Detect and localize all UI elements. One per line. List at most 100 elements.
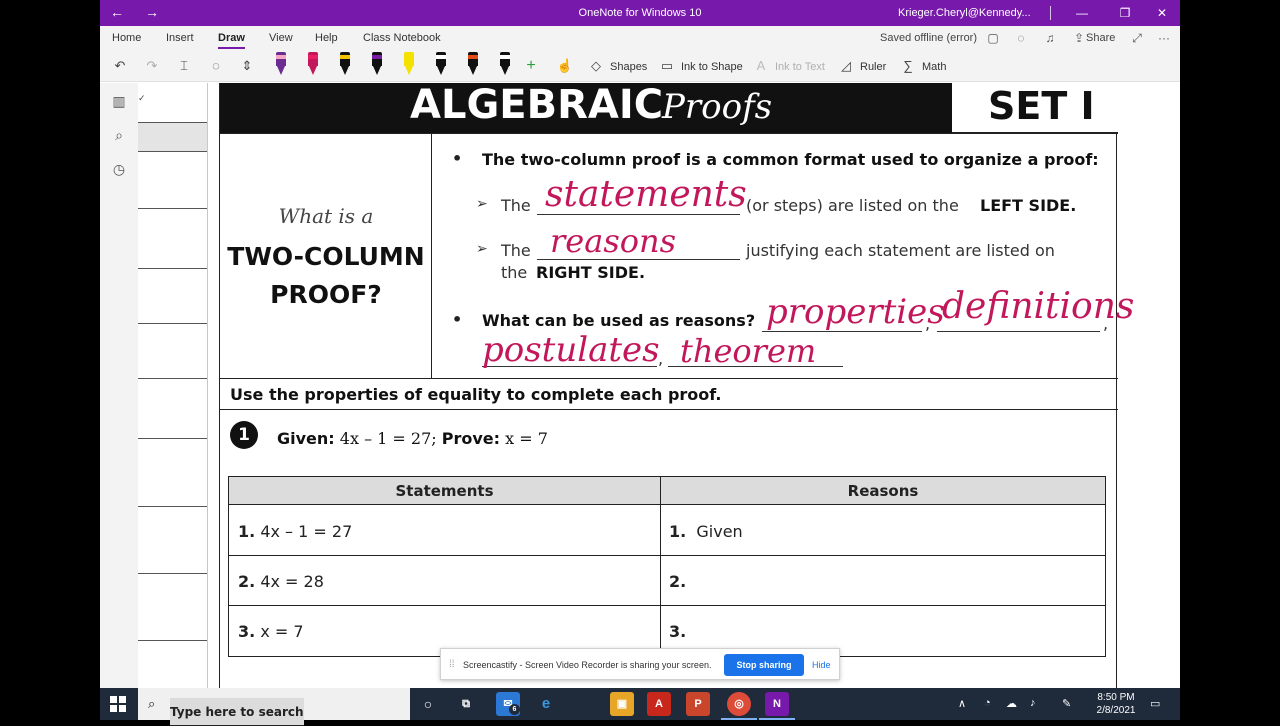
page-item[interactable] [138, 208, 207, 209]
statement-text: 4x = 28 [260, 572, 324, 591]
pen-5-icon[interactable] [402, 52, 416, 78]
tab-view[interactable]: View [269, 32, 293, 44]
ribbon-tabs: Home Insert Draw View Help Class Noteboo… [100, 26, 1180, 50]
lasso-select-icon[interactable]: ◌ [206, 56, 226, 76]
ruler-button[interactable]: Ruler [860, 61, 886, 73]
pen-6-icon[interactable] [434, 52, 448, 78]
user-account[interactable]: Krieger.Cheryl@Kennedy... [898, 7, 1031, 19]
onedrive-icon[interactable]: ☁ [1006, 697, 1017, 710]
bullet-2-text: What can be used as reasons? [482, 311, 756, 330]
what-is-a-text: What is a [278, 204, 374, 228]
page-item-selected[interactable] [138, 122, 207, 152]
notebooks-icon[interactable]: ▥ [109, 91, 129, 111]
tab-class-notebook[interactable]: Class Notebook [363, 32, 441, 44]
more-icon[interactable]: ··· [1155, 29, 1173, 47]
page-list: ✓ [138, 83, 208, 688]
bell-icon[interactable]: ♫ [1041, 29, 1059, 47]
page-item[interactable] [138, 506, 207, 507]
given-prove-line: Given: 4x – 1 = 27; Prove: x = 7 [277, 429, 548, 448]
notebook-icon[interactable]: ▢ [984, 29, 1002, 47]
pen-4-icon[interactable] [370, 52, 384, 78]
page-item[interactable] [138, 438, 207, 439]
ink-to-text-button[interactable]: Ink to Text [775, 61, 825, 73]
statement-text: x = 7 [260, 622, 304, 641]
page-item[interactable] [138, 378, 207, 379]
pen-icon[interactable]: ✎ [1062, 697, 1071, 710]
lightbulb-icon[interactable]: ◌ [1012, 29, 1030, 47]
tray-chevron-icon[interactable]: ∧ [958, 697, 966, 710]
powerpoint-icon[interactable]: P [686, 692, 710, 716]
tab-draw[interactable]: Draw [218, 32, 245, 49]
volume-icon[interactable]: ♪ [1030, 697, 1036, 709]
share-button[interactable]: Share [1086, 32, 1115, 44]
ink-to-text-icon[interactable]: A [751, 56, 771, 76]
left-nav: ▥ ⌕ ◷ [100, 83, 138, 688]
math-button[interactable]: Math [922, 61, 946, 73]
pen-8-icon[interactable] [498, 52, 512, 78]
drag-handle-icon[interactable]: ⁞⁞ [449, 659, 455, 670]
page-item[interactable] [138, 573, 207, 574]
task-view-icon[interactable]: ⧉ [454, 692, 478, 716]
recent-icon[interactable]: ◷ [109, 159, 129, 179]
tab-home[interactable]: Home [112, 32, 141, 44]
add-pen-icon[interactable]: + [521, 56, 541, 76]
clock[interactable]: 8:50 PM 2/8/2021 [1086, 691, 1146, 717]
blank-reason-2 [937, 331, 1100, 332]
ink-reasons: reasons [550, 222, 677, 260]
onenote-icon[interactable]: N [759, 692, 795, 720]
reasons-header: Reasons [661, 477, 1105, 505]
close-button[interactable]: ✕ [1150, 3, 1174, 23]
page-item[interactable] [138, 640, 207, 641]
cortana-icon[interactable]: ○ [416, 692, 440, 716]
page-canvas[interactable]: ALGEBRAIC Proofs SET I What is a TWO-COL… [208, 83, 1180, 688]
table-row-2-statement: 2. 4x = 28 [238, 572, 324, 591]
worksheet: ALGEBRAIC Proofs SET I What is a TWO-COL… [219, 82, 1134, 688]
store-icon[interactable]: ▣ [610, 692, 634, 716]
table-row-3-statement: 3. x = 7 [238, 622, 304, 641]
pen-7-icon[interactable] [466, 52, 480, 78]
pen-2-icon[interactable] [299, 50, 327, 82]
stop-sharing-button[interactable]: Stop sharing [724, 654, 804, 676]
tab-help[interactable]: Help [315, 32, 338, 44]
arrow-icon: ➢ [476, 241, 488, 257]
worksheet-title: ALGEBRAIC [410, 82, 664, 128]
line-1-post: (or steps) are listed on the [746, 196, 959, 215]
page-item[interactable] [138, 323, 207, 324]
type-select-icon[interactable]: ⌶ [174, 56, 194, 76]
restore-button[interactable]: ❐ [1113, 3, 1137, 23]
acrobat-icon[interactable]: A [647, 692, 671, 716]
ink-to-shape-button[interactable]: Ink to Shape [681, 61, 743, 73]
hide-button[interactable]: Hide [812, 660, 831, 670]
touch-draw-icon[interactable]: ☝ [555, 56, 575, 76]
pen-1-icon[interactable] [274, 52, 288, 78]
proof-table: Statements Reasons 1. 4x – 1 = 27 1. Giv… [228, 476, 1106, 657]
network-icon[interactable]: ◔ [984, 697, 991, 709]
ink-to-shape-icon[interactable]: ▭ [657, 56, 677, 76]
math-icon[interactable]: ∑ [898, 56, 918, 76]
row-number: 3. [669, 622, 687, 641]
share-message: Screencastify - Screen Video Recorder is… [463, 660, 712, 670]
chrome-icon[interactable]: ◎ [721, 692, 757, 720]
redo-icon[interactable]: ↷ [142, 56, 162, 76]
notifications-icon[interactable]: ▭ [1150, 697, 1160, 710]
line-2-post: justifying each statement are listed on [746, 241, 1055, 260]
tab-insert[interactable]: Insert [166, 32, 194, 44]
bullet-1-text: The two-column proof is a common format … [482, 150, 1099, 169]
expand-icon[interactable]: ⤢ [1128, 29, 1146, 47]
add-space-icon[interactable]: ⇕ [237, 56, 257, 76]
page-item[interactable] [138, 268, 207, 269]
shapes-icon[interactable]: ◇ [586, 56, 606, 76]
search-icon[interactable]: ⌕ [109, 125, 129, 145]
sync-status[interactable]: Saved offline (error) [880, 32, 977, 44]
set-label: SET I [988, 84, 1095, 128]
undo-icon[interactable]: ↶ [110, 56, 130, 76]
pen-3-icon[interactable] [338, 52, 352, 78]
shapes-button[interactable]: Shapes [610, 61, 647, 73]
comma: , [925, 314, 931, 333]
windows-start-icon[interactable] [110, 696, 126, 712]
ruler-icon[interactable]: ◿ [836, 56, 856, 76]
taskbar-search[interactable]: ⌕ Type here to search [138, 688, 410, 726]
edge-icon[interactable]: e [534, 692, 558, 716]
desktop: ← → OneNote for Windows 10 Krieger.Chery… [0, 0, 1280, 726]
minimize-button[interactable]: — [1070, 3, 1094, 23]
